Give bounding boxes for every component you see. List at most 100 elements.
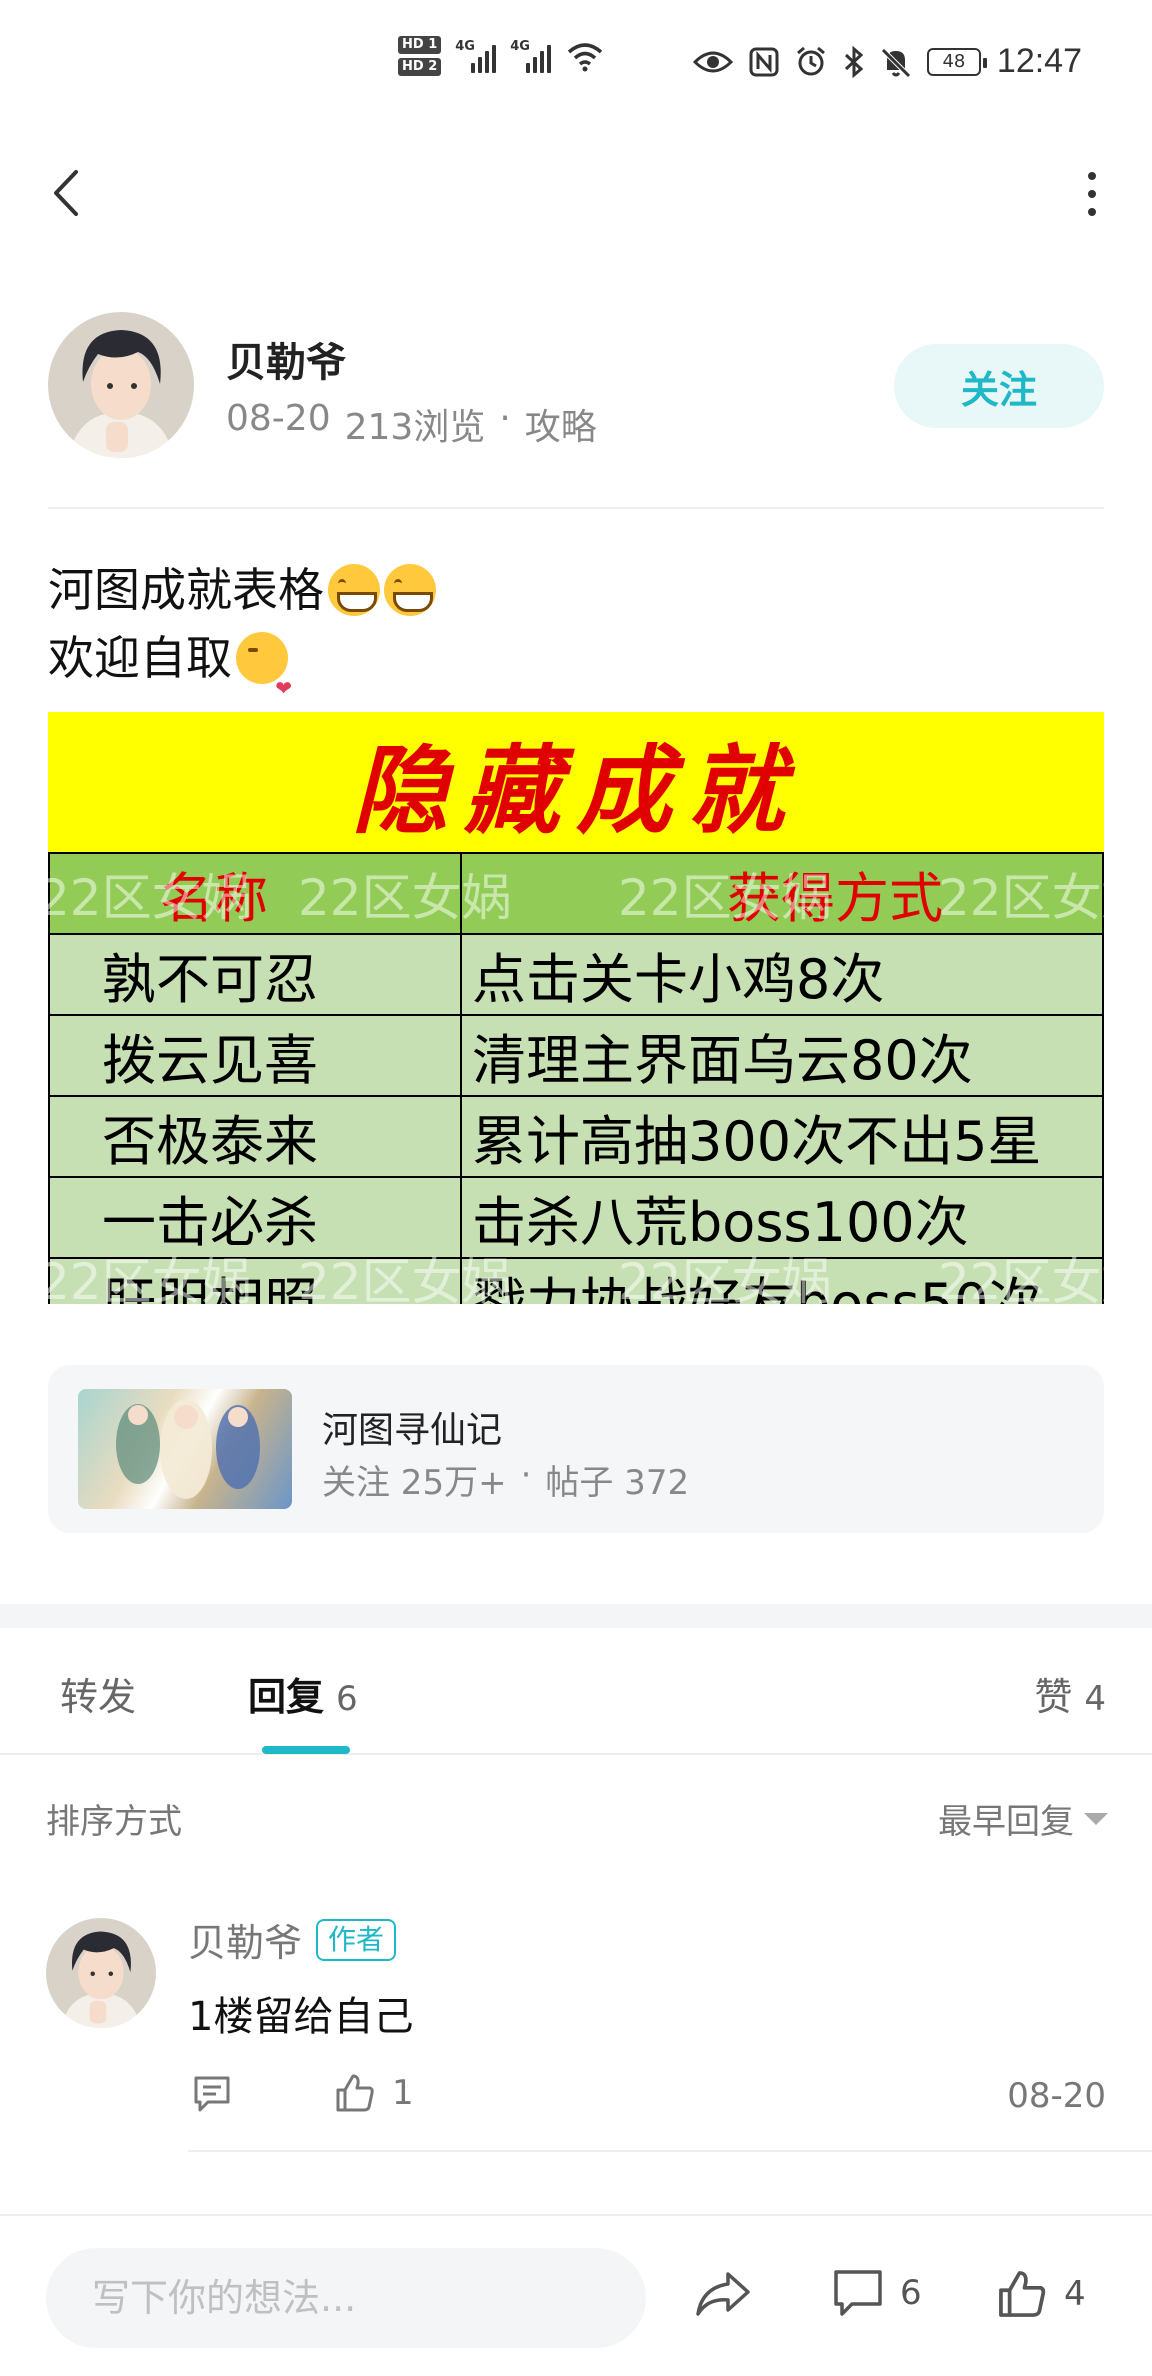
thumbs-up-icon [999,2271,1046,2317]
tab-reply[interactable]: 回复 6 [248,1666,358,1721]
more-vertical-icon[interactable] [1082,172,1102,216]
comment-date: 08-20 [1007,2076,1106,2116]
author-header: 贝勒爷 08-20 213浏览 · 攻略 关注 [48,312,1104,462]
comment-count-button[interactable]: 6 [832,2268,922,2318]
achievement-name: 肝胆相照 [48,1257,462,1304]
tab-repost[interactable]: 转发 [60,1666,136,1721]
battery-icon: 48 [926,47,987,76]
table-row: 否极泰来 累计高抽300次不出5星 [48,1095,1104,1178]
clock: 12:47 [996,42,1082,80]
achievement-method: 点击关卡小鸡8次 [460,933,1104,1016]
comment-icon [834,2270,882,2316]
mute-icon [881,47,911,78]
nfc-icon [749,47,779,76]
tab-like-label: 赞 [1034,1675,1073,1719]
author-badge: 作者 [316,1918,397,1961]
author-name[interactable]: 贝勒爷 [226,330,346,388]
achievement-method: 累计高抽300次不出5星 [460,1095,1104,1178]
thumbs-up-icon [336,2074,374,2112]
table-row: 孰不可忍 点击关卡小鸡8次 [48,933,1104,1016]
battery-level: 48 [942,51,966,72]
chevron-left-icon[interactable] [46,168,86,218]
post-date: 08-20 [226,398,331,439]
active-tab-indicator [262,1746,350,1754]
grin-emoji-icon [328,564,380,616]
commenter-avatar[interactable] [46,1918,156,2028]
alarm-icon [796,46,825,75]
share-icon [696,2272,750,2316]
comment-like-button[interactable]: 1 [334,2072,414,2114]
forum-thumbnail [78,1389,292,1509]
status-left: HD 1 HD 2 4G 4G [398,36,605,76]
tab-repost-label: 转发 [60,1675,137,1719]
bottom-action-bar: 6 4 [0,2214,1152,2376]
net1-label: 4G [455,39,475,54]
share-button[interactable] [694,2268,752,2320]
section-separator [0,1604,1152,1628]
avatar-image [48,312,194,458]
comment-count: 6 [900,2273,922,2313]
net2-label: 4G [510,39,530,54]
post-line-2: 欢迎自取 [48,624,436,722]
comment-input[interactable] [46,2248,646,2348]
header-divider [48,507,1104,509]
reply-comment-icon[interactable] [192,2074,232,2114]
table-header-row: 名称 获得方式 [48,852,1104,935]
signal-2-icon: 4G [510,39,552,73]
forum-posts: 帖子 372 [545,1463,690,1503]
like-button[interactable]: 4 [996,2268,1086,2320]
like-count: 4 [1064,2274,1086,2314]
author-avatar[interactable] [48,312,194,458]
post-line-1: 河图成就表格 [48,556,436,624]
achievement-method: 清理主界面乌云80次 [460,1014,1104,1097]
status-bar: HD 1 HD 2 4G 4G 48 12:47 [0,0,1152,130]
comment-item: 贝勒爷 作者 1楼留给自己 1 08-20 [0,1900,1152,2152]
commenter-name[interactable]: 贝勒爷 [188,1912,302,1967]
tab-like-count: 4 [1084,1679,1106,1719]
achievement-name: 否极泰来 [48,1095,462,1178]
post-line-2-text: 欢迎自取 [48,631,232,685]
sort-dropdown[interactable]: 最早回复 [938,1794,1108,1843]
table-row: 一击必杀 击杀八荒boss100次 [48,1176,1104,1259]
tab-like[interactable]: 赞4 [1034,1666,1106,1721]
interaction-tabs: 转发 回复 6 赞4 [0,1628,1152,1755]
sort-label: 排序方式 [46,1802,182,1842]
commenter-name-row: 贝勒爷 作者 [188,1912,397,1967]
achievement-name: 拨云见喜 [48,1014,462,1097]
hd-indicators: HD 1 HD 2 [398,36,442,76]
comment-divider [188,2150,1152,2152]
sort-row: 排序方式 最早回复 [0,1780,1152,1860]
kiss-emoji-icon [236,632,292,722]
bluetooth-icon [844,45,864,78]
post-body: 河图成就表格 欢迎自取 [48,556,436,722]
status-right: 48 12:47 [692,42,1082,81]
achievement-method: 击杀八荒boss100次 [460,1176,1104,1259]
follow-button[interactable]: 关注 [894,344,1104,428]
hd2-badge: HD 2 [398,58,442,76]
forum-thumbnail-art [116,1399,260,1499]
meta-dot: · [520,1455,532,1495]
image-title: 隐藏成就 [48,712,1104,852]
post-image[interactable]: 隐藏成就 名称 获得方式 孰不可忍 点击关卡小鸡8次 拨云见喜 清理主界面乌云8… [48,712,1104,1304]
avatar-image [46,1918,156,2028]
header-name: 名称 [48,852,462,935]
forum-card[interactable]: 河图寻仙记 关注 25万+ · 帖子 372 [48,1365,1104,1533]
caret-down-icon [1084,1812,1108,1825]
comment-like-count: 1 [392,2073,414,2113]
comment-actions: 1 08-20 [188,2072,1108,2122]
post-line-1-text: 河图成就表格 [48,563,324,617]
wifi-icon [568,43,603,72]
sort-value: 最早回复 [938,1802,1074,1842]
top-nav [0,150,1152,230]
hd1-badge: HD 1 [398,36,442,54]
table-row: 肝胆相照 戮力协战好友boss50次 [48,1257,1104,1304]
eye-icon [692,51,733,72]
forum-stats: 关注 25万+ · 帖子 372 [322,1455,689,1504]
post-meta: 08-20 213浏览 · 攻略 [226,398,597,450]
tab-reply-label: 回复 [248,1675,325,1719]
meta-dot: · [499,398,511,439]
achievement-name: 一击必杀 [48,1176,462,1259]
achievement-table: 名称 获得方式 孰不可忍 点击关卡小鸡8次 拨云见喜 清理主界面乌云80次 否极… [48,852,1104,1304]
achievement-method: 戮力协战好友boss50次 [460,1257,1104,1304]
forum-followers: 关注 25万+ [322,1463,507,1503]
